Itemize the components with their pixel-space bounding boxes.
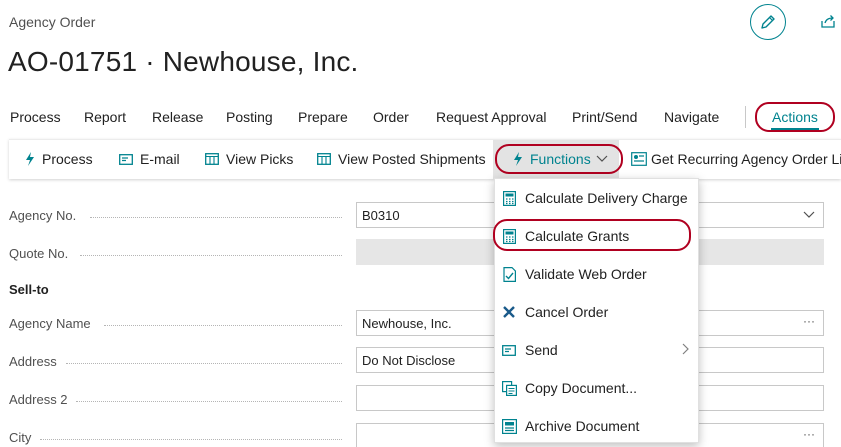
city-label: City: [9, 430, 32, 445]
menu-item-label: Validate Web Order: [525, 266, 647, 282]
sell-to-heading: Sell-to: [9, 282, 49, 297]
address-label: Address: [9, 354, 57, 369]
more-options-icon[interactable]: ···: [803, 427, 815, 441]
highlight-calculate-grants: [493, 219, 691, 251]
toolbar-recurring-label: Get Recurring Agency Order Lin: [651, 151, 841, 167]
toolbar-process-button[interactable]: Process: [25, 151, 93, 167]
page-caption: Agency Order: [9, 14, 96, 30]
menu-report[interactable]: Report: [84, 109, 126, 125]
table-icon: [317, 153, 331, 165]
agency-no-label: Agency No.: [9, 208, 77, 223]
email-icon: [119, 153, 133, 165]
send-icon: [501, 342, 517, 358]
menu-item-label: Copy Document...: [525, 380, 638, 396]
menu-order[interactable]: Order: [373, 109, 409, 125]
actions-toolbar: Process E-mail View Picks View Posted Sh…: [9, 139, 841, 180]
label-leader-dots: [76, 401, 342, 402]
menu-print-send[interactable]: Print/Send: [572, 109, 637, 125]
page-title: AO-01751 · Newhouse, Inc.: [8, 46, 359, 77]
menu-item-label: Calculate Delivery Charge: [525, 190, 688, 206]
agency-name-value: Newhouse, Inc.: [362, 316, 452, 331]
menu-item-validate-web-order[interactable]: Validate Web Order: [495, 255, 700, 293]
validate-document-icon: [501, 266, 517, 282]
label-leader-dots: [104, 325, 342, 326]
table-icon: [205, 153, 219, 165]
label-leader-dots: [90, 217, 342, 218]
menu-item-send[interactable]: Send: [495, 331, 700, 369]
toolbar-email-button[interactable]: E-mail: [119, 151, 180, 167]
edit-button[interactable]: [750, 4, 786, 40]
toolbar-view-posted-label: View Posted Shipments: [338, 151, 486, 167]
address-value: Do Not Disclose: [362, 353, 456, 368]
toolbar-recurring-button[interactable]: Get Recurring Agency Order Lin: [631, 151, 841, 167]
menu-divider: [745, 106, 746, 128]
label-leader-dots: [80, 255, 342, 256]
menu-item-copy-document[interactable]: Copy Document...: [495, 369, 700, 407]
menu-release[interactable]: Release: [152, 109, 203, 125]
menu-item-label: Cancel Order: [525, 304, 609, 320]
menu-item-calculate-delivery-charge[interactable]: Calculate Delivery Charge: [495, 179, 700, 217]
toolbar-view-picks-label: View Picks: [226, 151, 294, 167]
toolbar-view-posted-button[interactable]: View Posted Shipments: [317, 151, 486, 167]
address2-label: Address 2: [9, 392, 68, 407]
label-leader-dots: [40, 439, 342, 440]
share-button[interactable]: [818, 11, 838, 31]
menu-prepare[interactable]: Prepare: [298, 109, 348, 125]
menu-item-label: Archive Document: [525, 418, 640, 434]
label-leader-dots: [66, 363, 342, 364]
share-icon: [821, 15, 835, 28]
toolbar-view-picks-button[interactable]: View Picks: [205, 151, 293, 167]
menu-item-archive-document[interactable]: Archive Document: [495, 407, 700, 445]
functions-dropdown-menu: Calculate Delivery Charge Calculate Gran…: [494, 178, 699, 443]
cross-icon: [501, 304, 517, 320]
agency-name-label: Agency Name: [9, 316, 91, 331]
copy-document-icon: [501, 380, 517, 396]
action-menubar: Process Report Release Posting Prepare O…: [0, 104, 841, 132]
calculator-icon: [501, 190, 517, 206]
toolbar-email-label: E-mail: [140, 151, 180, 167]
menu-item-cancel-order[interactable]: Cancel Order: [495, 293, 700, 331]
recurring-order-icon: [631, 152, 647, 166]
agency-no-value: B0310: [362, 208, 400, 223]
chevron-down-icon[interactable]: [803, 211, 815, 219]
quote-no-label: Quote No.: [9, 246, 69, 261]
menu-posting[interactable]: Posting: [226, 109, 273, 125]
toolbar-process-label: Process: [42, 151, 93, 167]
menu-process[interactable]: Process: [10, 109, 61, 125]
highlight-functions: [495, 144, 623, 174]
chevron-right-icon: [682, 343, 689, 355]
more-options-icon[interactable]: ···: [803, 314, 815, 328]
lightning-icon: [26, 152, 34, 166]
menu-navigate[interactable]: Navigate: [664, 109, 719, 125]
pencil-icon: [761, 15, 775, 29]
menu-request-approval[interactable]: Request Approval: [436, 109, 547, 125]
archive-icon: [501, 418, 517, 434]
highlight-actions: [755, 102, 835, 132]
menu-item-label: Send: [525, 342, 558, 358]
